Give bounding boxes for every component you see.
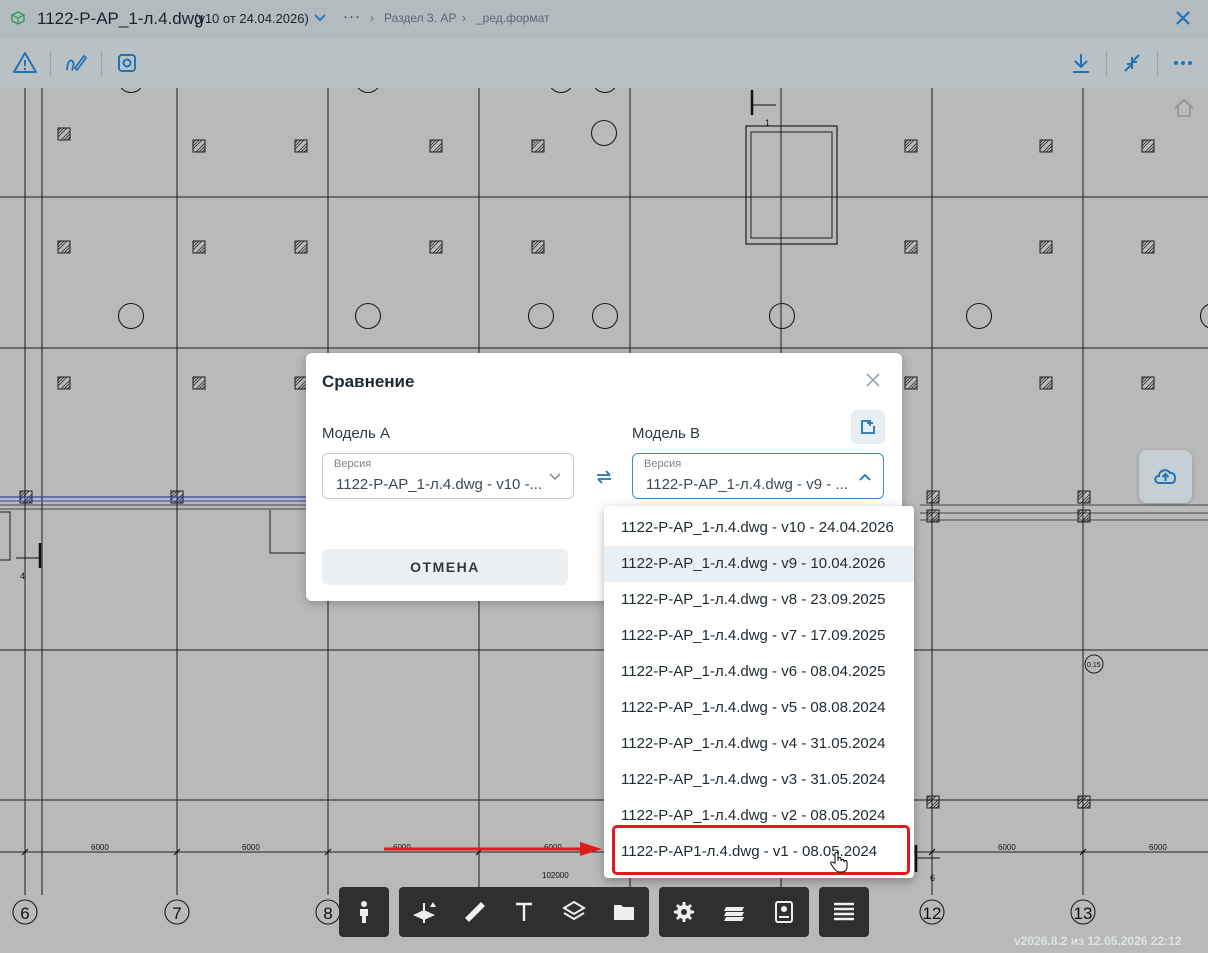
breadcrumb-more-button[interactable]: ··· (343, 8, 361, 25)
layers-icon[interactable] (561, 899, 587, 925)
more-icon[interactable] (1170, 50, 1196, 76)
level-mark-label: 0.15 (1087, 662, 1101, 669)
compare-icon[interactable] (1119, 50, 1145, 76)
home-icon[interactable] (1173, 98, 1195, 118)
version-option[interactable]: 1122-Р-АР_1-л.4.dwg - v3 - 31.05.2024 (604, 762, 914, 798)
dimension-label: 6000 (91, 843, 109, 852)
axis-label: 13 (1074, 904, 1093, 923)
field-value: 1122-Р-АР_1-л.4.dwg - v9 - ... (646, 476, 848, 493)
person-icon[interactable] (351, 899, 377, 925)
toolbar-divider (101, 50, 102, 76)
screenshot-icon[interactable] (114, 50, 140, 76)
version-option[interactable]: 1122-Р-АР_1-л.4.dwg - v6 - 08.04.2025 (604, 654, 914, 690)
section-mark-label: 4 (20, 571, 25, 581)
dialog-title: Сравнение (322, 372, 415, 391)
section-mark-label: 1 (765, 118, 770, 128)
field-value: 1122-Р-АР_1-л.4.dwg - v10 -... (336, 476, 543, 493)
cloud-upload-icon (1154, 469, 1177, 484)
bottom-toolbar-group (339, 887, 389, 937)
version-option[interactable]: 1122-Р-АР_1-л.4.dwg - v9 - 10.04.2026 (604, 546, 914, 582)
download-icon[interactable] (1068, 50, 1094, 76)
version-option[interactable]: 1122-Р-АР_1-л.4.dwg - v7 - 17.09.2025 (604, 618, 914, 654)
breadcrumb-separator: › (370, 11, 374, 25)
chevron-up-icon (859, 473, 871, 481)
version-option[interactable]: 1122-Р-АР_1-л.4.dwg - v10 - 24.04.2026 (604, 510, 914, 546)
dimension-label: 6000 (998, 843, 1016, 852)
breadcrumb-item-folder[interactable]: _ред.формат (476, 11, 549, 25)
swap-models-icon[interactable] (594, 467, 614, 487)
model-cube-icon (11, 11, 25, 25)
app-version-text: v2026.8.2 из 12.05.2026 22:12 (1014, 934, 1182, 948)
axis-label: 8 (323, 904, 332, 923)
version-option[interactable]: 1122-Р-АР_1-л.4.dwg - v4 - 31.05.2024 (604, 726, 914, 762)
version-option[interactable]: 1122-Р-АР_1-л.4.dwg - v8 - 23.09.2025 (604, 582, 914, 618)
field-caption: Версия (644, 458, 682, 470)
model-a-version-select[interactable]: Версия 1122-Р-АР_1-л.4.dwg - v10 -... (322, 453, 574, 499)
dimension-label: 6000 (1149, 843, 1167, 852)
axis-bubble: 13 (1070, 899, 1096, 925)
title-bar: 1122-Р-АР_1-л.4.dwg (v10 от 24.04.2026) … (0, 0, 1208, 38)
toolbar-divider (50, 50, 51, 76)
version-selector[interactable]: (v10 от 24.04.2026) (194, 11, 309, 26)
sheets-icon[interactable] (721, 899, 747, 925)
model-b-label: Модель B (632, 425, 701, 442)
folder-icon[interactable] (611, 899, 637, 925)
viewer-toolbar (0, 38, 1208, 88)
ruler-icon[interactable] (462, 899, 488, 925)
axis-label: 7 (172, 904, 181, 923)
axis-label: 6 (20, 904, 29, 923)
hand-cursor-icon (830, 852, 848, 873)
warning-icon[interactable] (12, 50, 38, 76)
markup-pen-icon[interactable] (63, 50, 89, 76)
toolbar-divider (1106, 50, 1107, 76)
axis-bubble: 12 (919, 899, 945, 925)
breadcrumb-separator: › (462, 11, 466, 25)
toolbar-divider (1157, 50, 1158, 76)
upload-button[interactable] (1139, 450, 1192, 503)
breadcrumb-item-section[interactable]: Раздел 3. АР (384, 11, 456, 25)
section-plane-icon[interactable] (411, 899, 437, 925)
dimension-label: 6000 (242, 843, 260, 852)
total-dimension-label: 102000 (542, 871, 569, 880)
chevron-down-icon (549, 473, 561, 481)
new-window-icon (861, 420, 875, 434)
bottom-toolbar-group (819, 887, 869, 937)
bottom-toolbar-group (659, 887, 809, 937)
chevron-down-icon[interactable] (313, 12, 327, 24)
cancel-button[interactable]: ОТМЕНА (322, 549, 568, 585)
axis-label: 12 (923, 904, 942, 923)
list-icon[interactable] (831, 899, 857, 925)
version-dropdown: 1122-Р-АР_1-л.4.dwg - v10 - 24.04.2026 11… (604, 506, 914, 878)
settings-icon[interactable] (671, 899, 697, 925)
text-icon[interactable] (511, 899, 537, 925)
model-a-label: Модель A (322, 425, 391, 442)
open-in-new-window-button[interactable] (851, 410, 885, 444)
section-mark-label: 6 (930, 873, 935, 883)
model-b-version-select[interactable]: Версия 1122-Р-АР_1-л.4.dwg - v9 - ... (632, 453, 884, 499)
bottom-toolbar-group (399, 887, 649, 937)
close-icon[interactable] (866, 373, 880, 387)
annotation-highlight-box (612, 825, 910, 875)
badge-icon[interactable] (771, 899, 797, 925)
file-title: 1122-Р-АР_1-л.4.dwg (37, 9, 204, 28)
close-icon[interactable] (1174, 9, 1192, 27)
version-option[interactable]: 1122-Р-АР_1-л.4.dwg - v5 - 08.08.2024 (604, 690, 914, 726)
field-caption: Версия (334, 458, 372, 470)
annotation-arrow-icon (384, 842, 602, 856)
